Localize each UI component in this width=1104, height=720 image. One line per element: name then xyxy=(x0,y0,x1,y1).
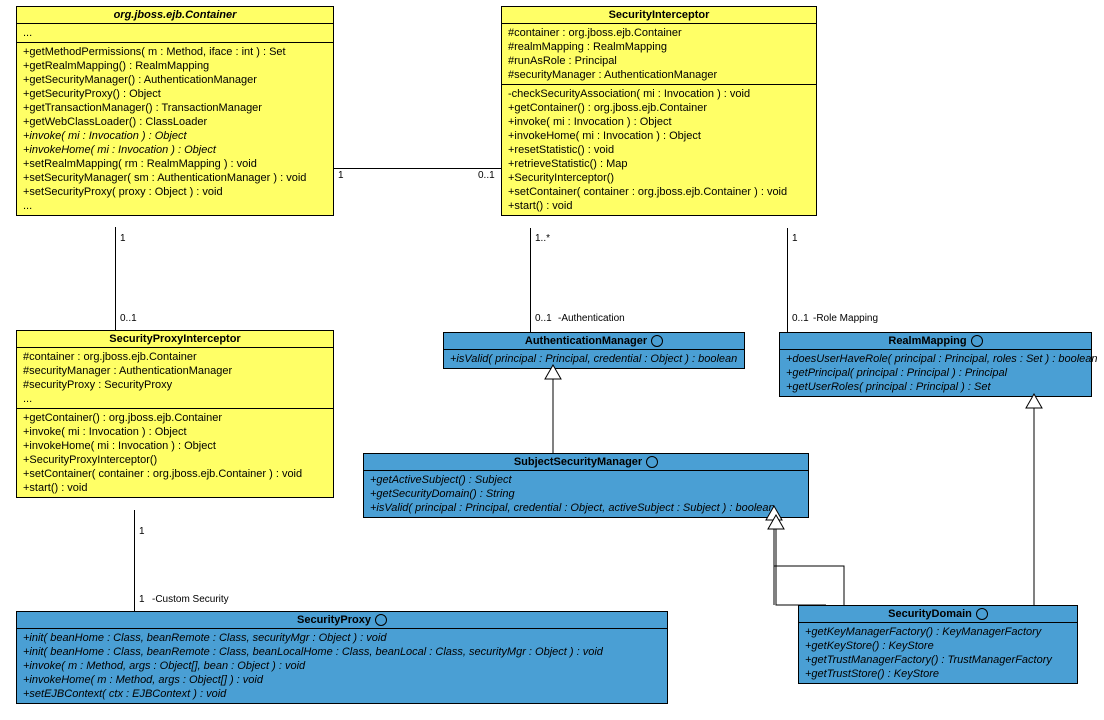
attrs: #container : org.jboss.ejb.Container#rea… xyxy=(502,24,816,85)
class-title: org.jboss.ejb.Container xyxy=(17,7,333,24)
mult-label: 1 xyxy=(139,594,145,605)
ops: +getKeyManagerFactory() : KeyManagerFact… xyxy=(799,623,1077,683)
class-security-interceptor: SecurityInterceptor #container : org.jbo… xyxy=(501,6,817,216)
ops: +init( beanHome : Class, beanRemote : Cl… xyxy=(17,629,667,703)
interface-icon xyxy=(646,456,658,468)
inherit-arrow xyxy=(543,365,563,455)
class-title: SubjectSecurityManager xyxy=(364,454,808,471)
ops: +getMethodPermissions( m : Method, iface… xyxy=(17,43,333,215)
assoc-line xyxy=(115,227,116,330)
assoc-line xyxy=(333,168,501,169)
mult-label: 1 xyxy=(792,233,798,244)
class-subject-security-manager: SubjectSecurityManager +getActiveSubject… xyxy=(363,453,809,518)
class-security-proxy-interceptor: SecurityProxyInterceptor #container : or… xyxy=(16,330,334,498)
ops: -checkSecurityAssociation( mi : Invocati… xyxy=(502,85,816,215)
ops: +getContainer() : org.jboss.ejb.Containe… xyxy=(17,409,333,497)
interface-icon xyxy=(651,335,663,347)
inherit-arrow xyxy=(1024,394,1044,606)
class-authentication-manager: AuthenticationManager +isValid( principa… xyxy=(443,332,745,369)
mult-label: 0..1 xyxy=(478,170,495,181)
assoc-line xyxy=(134,510,135,611)
assoc-line xyxy=(530,228,531,332)
class-title: SecurityInterceptor xyxy=(502,7,816,24)
class-security-domain: SecurityDomain +getKeyManagerFactory() :… xyxy=(798,605,1078,684)
assoc-line xyxy=(787,228,788,332)
class-title: RealmMapping xyxy=(780,333,1091,350)
mult-label: 1..* xyxy=(535,233,550,244)
class-title: SecurityProxy xyxy=(17,612,667,629)
inherit-arrow xyxy=(766,515,866,610)
attrs: ... xyxy=(17,24,333,43)
interface-icon xyxy=(971,335,983,347)
attrs: #container : org.jboss.ejb.Container#sec… xyxy=(17,348,333,409)
role-label: -Role Mapping xyxy=(813,313,878,324)
mult-label: 0..1 xyxy=(792,313,809,324)
mult-label: 1 xyxy=(338,170,344,181)
mult-label: 1 xyxy=(139,526,145,537)
mult-label: 1 xyxy=(120,233,126,244)
ops: +isValid( principal : Principal, credent… xyxy=(444,350,744,368)
class-title: AuthenticationManager xyxy=(444,333,744,350)
role-label: -Authentication xyxy=(558,313,625,324)
ops: +doesUserHaveRole( principal : Principal… xyxy=(780,350,1091,396)
ops: +getActiveSubject() : Subject+getSecurit… xyxy=(364,471,808,517)
class-container: org.jboss.ejb.Container ... +getMethodPe… xyxy=(16,6,334,216)
class-title: SecurityProxyInterceptor xyxy=(17,331,333,348)
role-label: -Custom Security xyxy=(152,594,229,605)
class-security-proxy: SecurityProxy +init( beanHome : Class, b… xyxy=(16,611,668,704)
mult-label: 0..1 xyxy=(535,313,552,324)
mult-label: 0..1 xyxy=(120,313,137,324)
class-realm-mapping: RealmMapping +doesUserHaveRole( principa… xyxy=(779,332,1092,397)
interface-icon xyxy=(375,614,387,626)
